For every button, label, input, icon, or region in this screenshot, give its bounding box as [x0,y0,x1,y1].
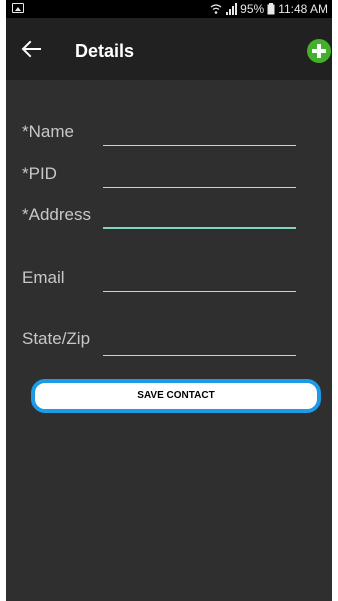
app-screen: 95% 11:48 AM Details *Name *PID *Address [6,0,332,601]
wifi-icon [210,4,222,14]
battery-percent: 95% [240,2,265,16]
name-input[interactable] [103,122,296,146]
email-input[interactable] [103,268,296,292]
status-indicators: 95% 11:48 AM [210,2,328,16]
address-row: *Address [6,205,332,235]
pid-label: *PID [22,164,57,183]
app-toolbar: Details [6,18,332,80]
signal-icon [226,3,238,15]
state-zip-input[interactable] [103,332,296,356]
pid-input[interactable] [103,164,296,188]
plus-circle-icon[interactable] [307,39,331,63]
status-time: 11:48 AM [278,2,328,16]
page-title: Details [75,41,135,61]
address-label: *Address [22,205,91,224]
state-zip-label: State/Zip [22,329,91,348]
battery-icon [267,3,275,15]
email-label: Email [22,268,65,287]
status-bar: 95% 11:48 AM [6,0,332,18]
name-row: *Name [6,122,332,152]
pid-row: *PID [6,164,332,194]
arrow-left-icon[interactable] [20,38,42,60]
address-input[interactable] [103,205,296,229]
image-notification-icon [12,3,24,13]
save-contact-button[interactable]: SAVE CONTACT [31,379,321,413]
email-row: Email [6,268,332,298]
state-zip-row: State/Zip [6,329,332,359]
name-label: *Name [22,122,74,141]
